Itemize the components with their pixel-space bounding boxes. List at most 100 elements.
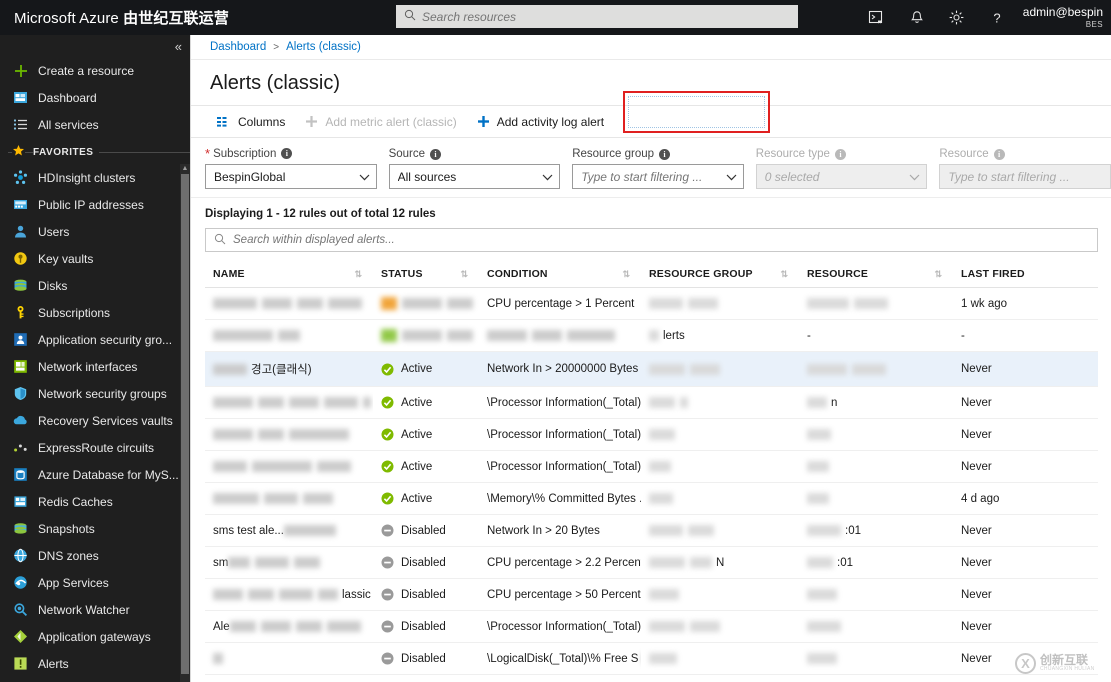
sort-icon[interactable]: ⇅	[622, 269, 629, 280]
cell-status: Disabled	[373, 642, 479, 675]
gear-icon[interactable]	[937, 0, 977, 35]
status-disabled-icon	[381, 620, 394, 633]
network-interface-icon	[12, 358, 29, 375]
cell-resource: :01	[799, 514, 953, 547]
sidebar-item-expressroute-circuits[interactable]: ExpressRoute circuits	[0, 434, 190, 461]
bell-icon[interactable]	[897, 0, 937, 35]
cell-resource-group	[641, 610, 799, 643]
column-header-name[interactable]: NAME ⇅	[205, 262, 373, 288]
sidebar-item-azure-database-for-mysql[interactable]: Azure Database for MyS...	[0, 461, 190, 488]
sidebar-item-all-services[interactable]: All services	[0, 111, 190, 138]
info-icon[interactable]: i	[281, 148, 293, 159]
sort-icon[interactable]: ⇅	[934, 269, 941, 280]
sort-icon[interactable]: ⇅	[354, 269, 361, 280]
sidebar-item-label: Create a resource	[38, 63, 135, 78]
cloud-shell-icon[interactable]	[857, 0, 897, 35]
table-row[interactable]: sms test ale... Disabled Network In > 20 B…	[205, 514, 1098, 547]
favorites-section-header: FAVORITES	[0, 140, 190, 164]
cell-status: Active	[373, 450, 479, 483]
help-icon[interactable]: ?	[977, 0, 1017, 35]
table-row[interactable]: CPU percentage > 1 Percent 1 wk ago	[205, 287, 1098, 320]
status-label: Disabled	[401, 524, 446, 537]
column-header-status[interactable]: STATUS ⇅	[373, 262, 479, 288]
table-row[interactable]: lerts - -	[205, 319, 1098, 352]
info-icon[interactable]: i	[659, 148, 671, 160]
table-row[interactable]: Ale Disabled \Processor Information(_Total…	[205, 610, 1098, 643]
resource-group-dropdown[interactable]: Type to start filtering ...	[572, 164, 744, 189]
sort-icon[interactable]: ⇅	[780, 269, 787, 280]
table-row[interactable]: Disabled \LogicalDisk(_Total)\% Free S Nev…	[205, 642, 1098, 675]
column-header-last-fired[interactable]: LAST FIRED	[953, 262, 1098, 288]
collapse-nav-icon[interactable]: «	[175, 40, 182, 53]
global-search-box[interactable]	[396, 5, 798, 28]
column-header-resource[interactable]: RESOURCE ⇅	[799, 262, 953, 288]
sort-icon[interactable]: ⇅	[460, 269, 467, 280]
table-row[interactable]: Active \Processor Information(_Total)... N…	[205, 450, 1098, 483]
sidebar-item-alerts[interactable]: Alerts	[0, 650, 190, 677]
sidebar-item-dns-zones[interactable]: DNS zones	[0, 542, 190, 569]
sidebar-item-application-gateways[interactable]: Application gateways	[0, 623, 190, 650]
alerts-search-input[interactable]	[233, 234, 1089, 246]
azure-brand-logo[interactable]: Microsoft Azure 由世纪互联运营	[14, 7, 229, 28]
sidebar-item-create-a-resource[interactable]: Create a resource	[0, 57, 190, 84]
cell-resource	[799, 482, 953, 515]
table-row[interactable]: lassic Disabled CPU percentage > 50 Percen…	[205, 578, 1098, 611]
sidebar-scrollbar[interactable]: ▲	[180, 164, 190, 682]
search-input[interactable]	[422, 9, 790, 24]
cell-resource-group	[641, 351, 799, 387]
cell-resource-group	[641, 450, 799, 483]
sidebar-item-dashboard[interactable]: Dashboard	[0, 84, 190, 111]
sidebar-item-network-interfaces[interactable]: Network interfaces	[0, 353, 190, 380]
table-row[interactable]: sm Disabled CPU percentage > 2.2 Percent N:…	[205, 546, 1098, 579]
column-header-condition[interactable]: CONDITION ⇅	[479, 262, 641, 288]
sidebar-item-hdinsight-clusters[interactable]: HDInsight clusters	[0, 164, 190, 191]
sidebar-item-label: Application gateways	[38, 629, 151, 644]
filter-label-text: Resource group	[572, 148, 655, 160]
cell-resource: :01	[799, 546, 953, 579]
dashboard-icon	[12, 89, 29, 106]
sidebar-item-network-security-groups[interactable]: Network security groups	[0, 380, 190, 407]
recovery-vault-icon	[12, 412, 29, 429]
account-info[interactable]: admin@bespin BES	[1023, 5, 1111, 29]
columns-button[interactable]: Columns	[207, 105, 295, 138]
sidebar-item-label: Network Watcher	[38, 602, 130, 617]
sidebar-item-app-services[interactable]: App Services	[0, 569, 190, 596]
table-row[interactable]: Active \Processor Information(_Total)... N…	[205, 418, 1098, 451]
breadcrumb-item-dashboard[interactable]: Dashboard	[210, 41, 266, 53]
info-icon[interactable]: i	[430, 148, 442, 160]
dns-zone-icon	[12, 547, 29, 564]
column-header-resource-group[interactable]: RESOURCE GROUP ⇅	[641, 262, 799, 288]
plus-icon	[477, 115, 490, 128]
source-dropdown[interactable]: All sources	[388, 164, 561, 189]
resource-type-value: 0 selected	[764, 169, 820, 184]
sidebar-item-snapshots[interactable]: Snapshots	[0, 515, 190, 542]
table-row[interactable]: 경고(클래식) Active Network In > 20000000 Bytes…	[205, 351, 1098, 387]
table-row[interactable]: Active \Processor Information(_Total)... n…	[205, 386, 1098, 419]
sidebar-item-redis-caches[interactable]: Redis Caches	[0, 488, 190, 515]
table-row[interactable]: Active \Memory\% Committed Bytes ... 4 d a…	[205, 482, 1098, 515]
sidebar-item-subscriptions[interactable]: Subscriptions	[0, 299, 190, 326]
cell-status: Active	[373, 418, 479, 451]
sidebar-item-application-security-groups[interactable]: Application security gro...	[0, 326, 190, 353]
subscription-dropdown[interactable]: BespinGlobal	[205, 164, 377, 189]
cell-last-fired: Never	[953, 450, 1098, 483]
cell-condition	[479, 319, 641, 352]
add-activity-log-alert-button[interactable]: Add activity log alert	[467, 105, 614, 138]
breadcrumb-item-alerts-classic[interactable]: Alerts (classic)	[286, 41, 361, 53]
sidebar-scrollbar-thumb[interactable]	[181, 174, 189, 674]
sidebar-item-users[interactable]: Users	[0, 218, 190, 245]
public-ip-icon	[12, 196, 29, 213]
sidebar-item-disks[interactable]: Disks	[0, 272, 190, 299]
alerts-search-box[interactable]	[205, 228, 1098, 252]
snapshots-icon	[12, 520, 29, 537]
sidebar-item-network-watcher[interactable]: Network Watcher	[0, 596, 190, 623]
sidebar-item-recovery-services-vaults[interactable]: Recovery Services vaults	[0, 407, 190, 434]
sidebar-item-label: Dashboard	[38, 90, 97, 105]
account-directory: BES	[1085, 19, 1103, 29]
sidebar-item-key-vaults[interactable]: Key vaults	[0, 245, 190, 272]
cell-resource-group	[641, 418, 799, 451]
status-active-icon	[381, 460, 394, 473]
cell-name	[205, 386, 373, 419]
scroll-up-arrow-icon[interactable]: ▲	[180, 164, 190, 173]
sidebar-item-public-ip-addresses[interactable]: Public IP addresses	[0, 191, 190, 218]
